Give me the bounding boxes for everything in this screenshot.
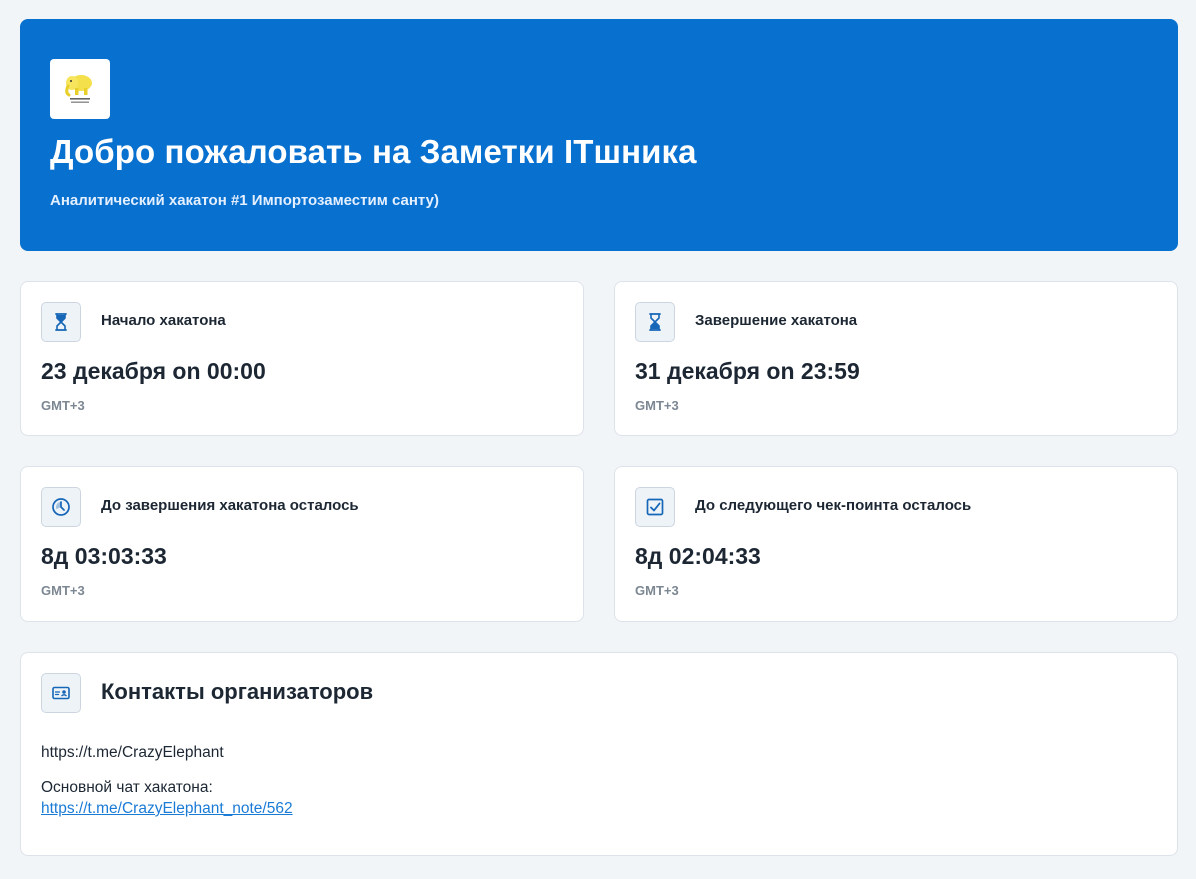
chat-link[interactable]: https://t.me/CrazyElephant_note/562 <box>41 800 293 818</box>
organizer-contact: https://t.me/CrazyElephant <box>41 744 224 761</box>
hero-banner: Добро пожаловать на Заметки ITшника Анал… <box>20 19 1178 251</box>
checkpoint-value: 8д 02:04:33 <box>635 543 761 569</box>
start-timezone: GMT+3 <box>41 398 85 413</box>
hourglass-start-icon <box>41 302 81 342</box>
id-card-icon <box>41 673 81 713</box>
remaining-value: 8д 03:03:33 <box>41 543 167 569</box>
end-card: Завершение хакатона 31 декабря on 23:59 … <box>614 281 1178 436</box>
checkpoint-card: До следующего чек-поинта осталось 8д 02:… <box>614 466 1178 622</box>
remaining-label: До завершения хакатона осталось <box>101 497 359 514</box>
hourglass-end-icon <box>635 302 675 342</box>
end-timezone: GMT+3 <box>635 398 679 413</box>
chat-label: Основной чат хакатона: <box>41 779 213 796</box>
checkpoint-label: До следующего чек-поинта осталось <box>695 497 972 514</box>
start-value: 23 декабря on 00:00 <box>41 358 266 384</box>
end-label: Завершение хакатона <box>695 312 858 329</box>
page-title: Добро пожаловать на Заметки ITшника <box>50 133 697 170</box>
start-label: Начало хакатона <box>101 312 226 329</box>
clock-icon <box>41 487 81 527</box>
elephant-logo <box>50 59 110 119</box>
remaining-card: До завершения хакатона осталось 8д 03:03… <box>20 466 584 622</box>
checkbox-icon <box>635 487 675 527</box>
start-card: Начало хакатона 23 декабря on 00:00 GMT+… <box>20 281 584 436</box>
page-subtitle: Аналитический хакатон #1 Импортозаместим… <box>50 192 439 209</box>
checkpoint-timezone: GMT+3 <box>635 583 679 598</box>
contacts-card: Контакты организаторов https://t.me/Craz… <box>20 652 1178 856</box>
remaining-timezone: GMT+3 <box>41 583 85 598</box>
contacts-title: Контакты организаторов <box>101 679 374 704</box>
end-value: 31 декабря on 23:59 <box>635 358 860 384</box>
